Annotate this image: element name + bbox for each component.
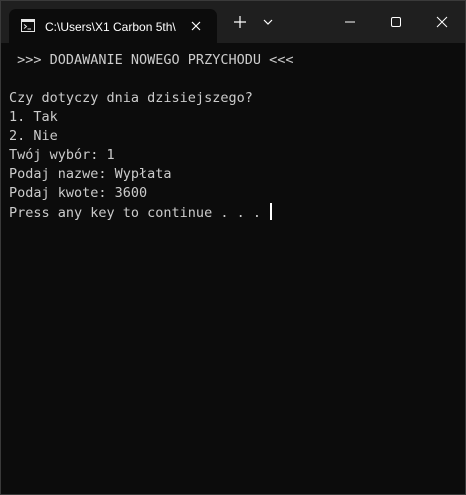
terminal-window: C:\Users\X1 Carbon 5th\ >>> DODAWANIE NO… <box>0 0 466 495</box>
title-bar: C:\Users\X1 Carbon 5th\ <box>1 1 465 43</box>
tab-close-icon[interactable] <box>187 17 205 35</box>
console-prompt: Press any key to continue . . . <box>9 205 270 221</box>
text-cursor <box>270 203 273 220</box>
console-option-yes: 1. Tak <box>9 109 58 125</box>
console-output[interactable]: >>> DODAWANIE NOWEGO PRZYCHODU <<< Czy d… <box>9 51 459 487</box>
minimize-icon[interactable] <box>327 1 373 43</box>
console-choice: Twój wybór: 1 <box>9 147 115 163</box>
console-name: Podaj nazwe: Wypłata <box>9 166 172 182</box>
console-header: >>> DODAWANIE NOWEGO PRZYCHODU <<< <box>9 52 294 68</box>
chevron-down-icon[interactable] <box>255 9 281 35</box>
terminal-icon <box>21 19 35 32</box>
console-question: Czy dotyczy dnia dzisiejszego? <box>9 90 253 106</box>
maximize-icon[interactable] <box>373 1 419 43</box>
console-prompt-line: Press any key to continue . . . <box>9 203 459 222</box>
console-amount: Podaj kwote: 3600 <box>9 185 148 201</box>
console-option-no: 2. Nie <box>9 128 58 144</box>
close-icon[interactable] <box>419 1 465 43</box>
terminal-tab[interactable]: C:\Users\X1 Carbon 5th\ <box>9 9 217 43</box>
plus-icon[interactable] <box>227 9 253 35</box>
tab-title: C:\Users\X1 Carbon 5th\ <box>45 20 176 34</box>
